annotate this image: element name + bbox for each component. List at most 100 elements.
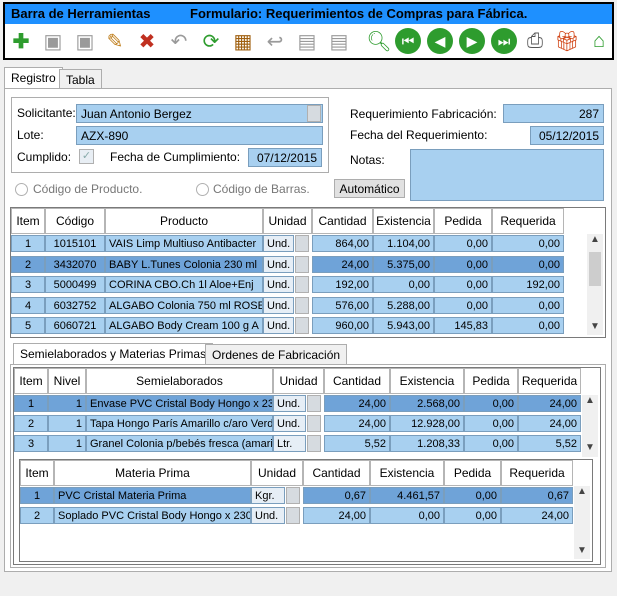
previous-record-icon[interactable]: ◀ [427, 28, 453, 54]
products-cell[interactable]: 0,00 [434, 255, 492, 273]
gift-icon[interactable]: 🎁︎ [553, 27, 581, 55]
products-cell[interactable]: 24,00 [312, 255, 373, 273]
semi-cell[interactable]: Tapa Hongo París Amarillo c/aro Verd [86, 415, 273, 432]
products-cell[interactable]: 0,00 [492, 317, 564, 334]
scroll-down-icon[interactable]: ▼ [574, 545, 590, 559]
first-record-icon[interactable]: ⏮ [395, 28, 421, 54]
products-cell[interactable]: VAIS Limp Multiuso Antibacter [105, 235, 263, 252]
products-cell[interactable]: 0,00 [434, 296, 492, 314]
products-header-cell[interactable]: Unidad [263, 208, 312, 234]
cumplido-checkbox[interactable]: ✓ [79, 149, 94, 164]
products-cell[interactable]: 6060721 [45, 317, 105, 334]
semi-header-cell[interactable]: Existencia [390, 368, 464, 394]
semi-header-cell[interactable]: Unidad [273, 368, 324, 394]
unit-dropdown-button[interactable] [307, 415, 321, 432]
products-cell[interactable]: ALGABO Body Cream 100 g A [105, 317, 263, 334]
products-cell[interactable]: 5.375,00 [373, 255, 434, 273]
materia-cell[interactable]: 2 [20, 507, 54, 524]
grid-disabled-icon[interactable]: ▤ [293, 27, 321, 55]
products-cell[interactable]: 3432070 [45, 255, 105, 273]
semi-cell[interactable]: Ltr. [273, 435, 306, 452]
products-cell[interactable]: 6032752 [45, 296, 105, 314]
products-cell[interactable]: Und. [263, 276, 294, 293]
semi-cell[interactable]: 0,00 [464, 415, 518, 432]
semi-header-cell[interactable]: Pedida [464, 368, 518, 394]
semi-cell[interactable]: 1 [48, 435, 86, 452]
solicitante-lookup-button[interactable] [307, 105, 321, 122]
scroll-up-icon[interactable]: ▲ [574, 486, 590, 500]
semi-cell[interactable]: 1.208,33 [390, 435, 464, 452]
unit-dropdown-button[interactable] [295, 235, 309, 252]
semi-header-cell[interactable]: Requerida [518, 368, 581, 394]
edit-pencil-icon[interactable]: ✎ [101, 27, 129, 55]
semi-cell[interactable]: Envase PVC Cristal Body Hongo x 230 [86, 395, 273, 412]
products-cell[interactable]: 0,00 [373, 276, 434, 293]
products-cell[interactable]: 5.943,00 [373, 317, 434, 334]
back-arrow-icon[interactable]: ↩ [261, 27, 289, 55]
tab-registro[interactable]: Registro [4, 67, 63, 89]
products-cell[interactable]: Und. [263, 296, 294, 314]
products-cell[interactable]: CORINA CBO.Ch 1l Aloe+Enj [105, 276, 263, 293]
unit-dropdown-button[interactable] [286, 487, 300, 504]
scroll-up-icon[interactable]: ▲ [587, 234, 603, 248]
grid-disabled-icon[interactable]: ▤ [325, 27, 353, 55]
scroll-down-icon[interactable]: ▼ [582, 442, 598, 456]
semi-cell[interactable]: 12.928,00 [390, 415, 464, 432]
print-icon[interactable]: ⎙ [521, 27, 549, 55]
materia-cell[interactable]: Kgr. [251, 487, 285, 504]
materia-cell[interactable]: 24,00 [501, 507, 573, 524]
notas-field[interactable] [410, 149, 604, 201]
add-icon[interactable]: ✚ [7, 27, 35, 55]
materia-cell[interactable]: 0,00 [444, 487, 501, 504]
home-icon[interactable]: ⌂ [585, 27, 613, 55]
products-cell[interactable]: 5 [11, 317, 45, 334]
semi-header-cell[interactable]: Nivel [48, 368, 86, 394]
products-cell[interactable]: 1 [11, 235, 45, 252]
delete-save-icon[interactable]: ✖ [133, 27, 161, 55]
semi-cell[interactable]: Und. [273, 415, 306, 432]
products-cell[interactable]: 1015101 [45, 235, 105, 252]
products-cell[interactable]: 4 [11, 296, 45, 314]
solicitante-field[interactable]: Juan Antonio Bergez [76, 104, 323, 123]
unit-dropdown-button[interactable] [295, 255, 309, 273]
semi-cell[interactable]: 5,52 [324, 435, 390, 452]
codigo-producto-radio[interactable] [15, 183, 28, 196]
tab-tabla[interactable]: Tabla [59, 69, 102, 89]
materia-header-cell[interactable]: Requerida [501, 460, 573, 486]
semi-header-cell[interactable]: Cantidad [324, 368, 390, 394]
products-cell[interactable]: 960,00 [312, 317, 373, 334]
products-cell[interactable]: 5.288,00 [373, 296, 434, 314]
scroll-thumb[interactable] [589, 252, 601, 286]
unit-dropdown-button[interactable] [295, 296, 309, 314]
unit-dropdown-button[interactable] [307, 395, 321, 412]
scroll-down-icon[interactable]: ▼ [587, 321, 603, 335]
materia-cell[interactable]: PVC Cristal Materia Prima [54, 487, 251, 504]
unit-dropdown-button[interactable] [286, 507, 300, 524]
unit-dropdown-button[interactable] [295, 276, 309, 293]
last-record-icon[interactable]: ⏭ [491, 28, 517, 54]
film-icon[interactable]: ▦ [229, 27, 257, 55]
products-cell[interactable]: 1.104,00 [373, 235, 434, 252]
materia-cell[interactable]: 0,00 [444, 507, 501, 524]
materia-header-cell[interactable]: Materia Prima [54, 460, 251, 486]
materia-cell[interactable]: 0,67 [501, 487, 573, 504]
materia-cell[interactable]: 0,67 [303, 487, 370, 504]
semi-cell[interactable]: 0,00 [464, 395, 518, 412]
semi-cell[interactable]: 5,52 [518, 435, 581, 452]
semi-cell[interactable]: 1 [14, 395, 48, 412]
products-header-cell[interactable]: Existencia [373, 208, 434, 234]
products-cell[interactable]: 0,00 [492, 296, 564, 314]
semi-scrollbar[interactable]: ▲ ▼ [582, 395, 598, 457]
products-cell[interactable]: 3 [11, 276, 45, 293]
products-scrollbar[interactable]: ▲ ▼ [587, 234, 603, 335]
products-cell[interactable]: ALGABO Colonia 750 ml ROSE [105, 296, 263, 314]
products-cell[interactable]: 192,00 [312, 276, 373, 293]
save-icon[interactable]: ▣ [39, 27, 67, 55]
products-cell[interactable]: 0,00 [492, 255, 564, 273]
semi-cell[interactable]: 24,00 [518, 415, 581, 432]
semi-cell[interactable]: 24,00 [324, 415, 390, 432]
semi-header-cell[interactable]: Item [14, 368, 48, 394]
automatico-button[interactable]: Automático [334, 179, 405, 198]
materia-cell[interactable]: 0,00 [370, 507, 444, 524]
scroll-up-icon[interactable]: ▲ [582, 395, 598, 409]
